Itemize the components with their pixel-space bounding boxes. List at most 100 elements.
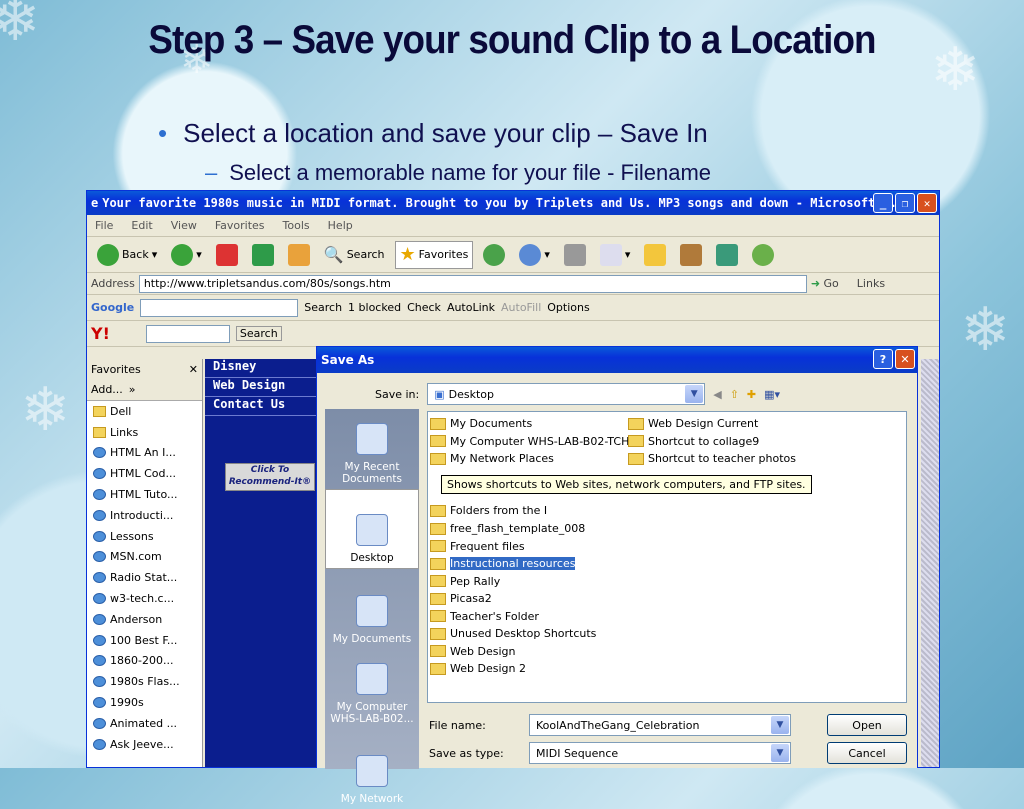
file-item[interactable]: Folders from the I xyxy=(430,502,547,519)
save-as-type-dropdown[interactable]: MIDI Sequence ▼ xyxy=(529,742,791,764)
page-scrollbar[interactable] xyxy=(921,359,939,767)
page-link[interactable]: Contact Us xyxy=(205,397,317,416)
forward-arrow-icon xyxy=(171,243,194,266)
mail-button[interactable]: ▾ xyxy=(515,241,554,269)
messenger-button[interactable] xyxy=(712,241,742,269)
add-favorite-button[interactable]: Add... xyxy=(91,383,123,396)
yahoo-search-input[interactable] xyxy=(145,324,230,343)
file-item[interactable]: Picasa2 xyxy=(430,590,492,607)
autofill-button[interactable]: AutoFill xyxy=(501,301,541,314)
place-item[interactable]: Desktop xyxy=(325,489,419,569)
restore-button[interactable]: ❐ xyxy=(895,193,915,213)
favorite-item[interactable]: Animated ... xyxy=(87,713,202,734)
file-item[interactable]: My Computer WHS-LAB-B02-TCH xyxy=(430,433,629,450)
page-link[interactable]: Disney xyxy=(205,359,317,378)
google-logo[interactable]: Google xyxy=(91,301,134,314)
file-item[interactable]: Pep Rally xyxy=(430,573,500,590)
file-item[interactable]: Instructional resources xyxy=(430,555,576,572)
back-button[interactable]: Back ▾ xyxy=(93,241,161,269)
recommend-button[interactable]: Click To Recommend-It® xyxy=(225,463,315,491)
new-folder-icon[interactable]: ✚ xyxy=(747,388,756,401)
open-button[interactable]: Open xyxy=(827,714,907,736)
file-item[interactable]: Frequent files xyxy=(430,538,525,555)
favorite-item[interactable]: Lessons xyxy=(87,526,202,547)
yahoo-search-button[interactable]: Search xyxy=(235,326,282,341)
menu-item[interactable]: File xyxy=(95,219,113,232)
research-button[interactable] xyxy=(676,241,706,269)
spell-check-button[interactable]: Check xyxy=(407,301,441,314)
autolink-button[interactable]: AutoLink xyxy=(447,301,495,314)
ie-titlebar[interactable]: e Your favorite 1980s music in MIDI form… xyxy=(87,191,939,215)
favorite-item[interactable]: MSN.com xyxy=(87,547,202,568)
google-search-button[interactable]: Search xyxy=(304,301,342,314)
favorite-item[interactable]: Introducti... xyxy=(87,505,202,526)
refresh-button[interactable] xyxy=(248,241,278,269)
organize-icon[interactable]: » xyxy=(129,383,136,396)
favorite-item[interactable]: HTML Cod... xyxy=(87,463,202,484)
forward-button[interactable]: ▾ xyxy=(167,241,206,269)
yahoo-logo[interactable]: Y! xyxy=(91,324,110,343)
favorite-item[interactable]: 1990s xyxy=(87,692,202,713)
favorite-item[interactable]: Dell xyxy=(87,401,202,422)
history-button[interactable] xyxy=(479,241,509,269)
help-button[interactable]: ? xyxy=(873,349,893,369)
file-name-input[interactable]: KoolAndTheGang_Celebration ▼ xyxy=(529,714,791,736)
menu-item[interactable]: Favorites xyxy=(215,219,265,232)
up-folder-icon[interactable]: ⇧ xyxy=(730,388,739,401)
close-favorites-icon[interactable]: ✕ xyxy=(189,363,198,376)
place-item[interactable]: My Recent Documents xyxy=(325,409,419,489)
menu-item[interactable]: View xyxy=(171,219,197,232)
views-menu-icon[interactable]: ▦▾ xyxy=(764,388,780,401)
favorite-item[interactable]: 100 Best F... xyxy=(87,630,202,651)
search-button[interactable]: 🔍 Search xyxy=(320,241,389,269)
menu-item[interactable]: Help xyxy=(328,219,353,232)
favorites-button[interactable]: ★ Favorites xyxy=(394,240,474,269)
page-link[interactable]: Web Design xyxy=(205,378,317,397)
save-in-dropdown[interactable]: ▣ Desktop ▼ xyxy=(427,383,706,405)
close-button[interactable]: ✕ xyxy=(917,193,937,213)
favorite-item[interactable]: Radio Stat... xyxy=(87,567,202,588)
links-button[interactable]: Links xyxy=(857,277,885,290)
print-button[interactable] xyxy=(560,241,590,269)
place-item[interactable]: My Computer WHS-LAB-B02... xyxy=(325,649,419,729)
dialog-titlebar[interactable]: Save As ? ✕ xyxy=(317,347,917,373)
file-item[interactable]: Web Design 2 xyxy=(430,660,526,677)
edit-button[interactable]: ▾ xyxy=(596,241,635,269)
favorite-item[interactable]: w3-tech.c... xyxy=(87,588,202,609)
favorite-item[interactable]: 1980s Flas... xyxy=(87,671,202,692)
minimize-button[interactable]: _ xyxy=(873,193,893,213)
file-item[interactable]: Teacher's Folder xyxy=(430,608,539,625)
back-folder-icon[interactable]: ◀ xyxy=(713,388,721,401)
file-item[interactable]: Web Design Current xyxy=(628,415,758,432)
google-search-input[interactable] xyxy=(140,298,299,317)
file-item[interactable]: My Network Places xyxy=(430,450,554,467)
home-button[interactable] xyxy=(284,241,314,269)
favorite-item[interactable]: Anderson xyxy=(87,609,202,630)
place-item[interactable]: My Network xyxy=(325,729,419,809)
file-item[interactable]: My Documents xyxy=(430,415,532,432)
stop-button[interactable] xyxy=(212,241,242,269)
go-button[interactable]: ➜ Go xyxy=(811,277,839,290)
file-list[interactable]: My Documents My Computer WHS-LAB-B02-TCH M… xyxy=(427,411,907,703)
favorite-item[interactable]: 1860-200... xyxy=(87,651,202,672)
options-button[interactable]: Options xyxy=(547,301,589,314)
cancel-button[interactable]: Cancel xyxy=(827,742,907,764)
menu-item[interactable]: Edit xyxy=(131,219,152,232)
file-item[interactable]: Shortcut to teacher photos xyxy=(628,450,796,467)
place-item[interactable]: My Documents xyxy=(325,569,419,649)
menu-item[interactable]: Tools xyxy=(283,219,310,232)
blocked-popups[interactable]: 1 blocked xyxy=(348,301,401,314)
dialog-close-button[interactable]: ✕ xyxy=(895,349,915,369)
favorite-item[interactable]: Ask Jeeve... xyxy=(87,734,202,755)
file-item[interactable]: Shortcut to collage9 xyxy=(628,433,759,450)
favorite-item[interactable]: HTML An I... xyxy=(87,443,202,464)
file-item[interactable]: Web Design xyxy=(430,643,515,660)
file-label: Web Design Current xyxy=(648,417,759,430)
favorite-item[interactable]: HTML Tuto... xyxy=(87,484,202,505)
file-item[interactable]: free_flash_template_008 xyxy=(430,520,585,537)
file-item[interactable]: Unused Desktop Shortcuts xyxy=(430,625,596,642)
address-input[interactable] xyxy=(138,274,807,293)
discuss-button[interactable] xyxy=(640,241,670,269)
favorite-item[interactable]: Links xyxy=(87,422,202,443)
contacts-button[interactable] xyxy=(748,241,778,269)
